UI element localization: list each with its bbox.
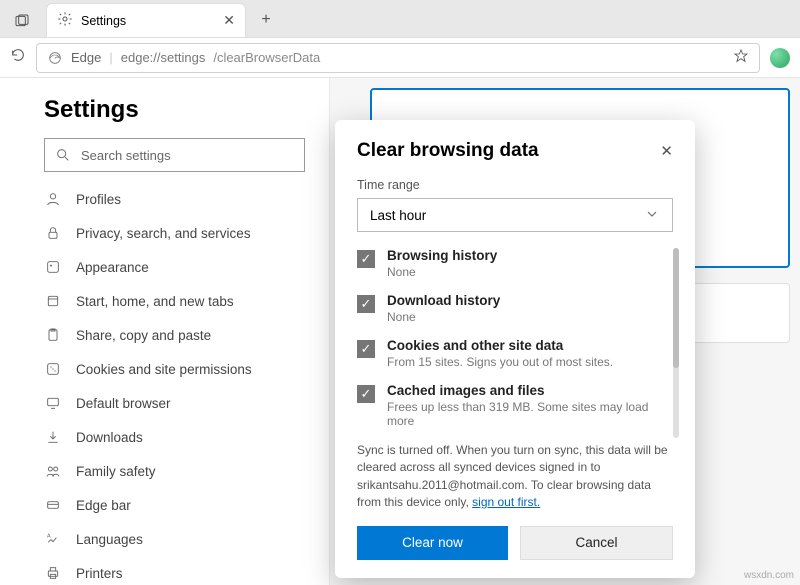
sign-out-link[interactable]: sign out first.: [472, 495, 540, 509]
nav-icon: [44, 429, 62, 445]
sidebar-item-appearance[interactable]: Appearance: [44, 250, 305, 284]
tabs-icon: [14, 13, 30, 29]
page-title: Settings: [44, 96, 305, 124]
data-type-cached-images-and-files: ✓Cached images and filesFrees up less th…: [357, 383, 673, 428]
sidebar-item-cookies-and-site-permissions[interactable]: Cookies and site permissions: [44, 352, 305, 386]
close-tab-button[interactable]: ✕: [223, 12, 235, 29]
refresh-button[interactable]: [10, 47, 26, 68]
time-range-label: Time range: [357, 178, 673, 192]
data-type-cookies-and-other-site-data: ✓Cookies and other site dataFrom 15 site…: [357, 338, 673, 369]
checkbox[interactable]: ✓: [357, 340, 375, 358]
nav-icon: [44, 463, 62, 479]
svg-text:A: A: [47, 534, 51, 540]
nav-icon: [44, 293, 62, 309]
search-icon: [55, 147, 71, 163]
address-bar[interactable]: Edge | edge://settings/clearBrowserData: [36, 43, 760, 73]
clear-now-button[interactable]: Clear now: [357, 526, 508, 560]
cancel-button[interactable]: Cancel: [520, 526, 673, 560]
checkbox[interactable]: ✓: [357, 385, 375, 403]
sidebar-item-default-browser[interactable]: Default browser: [44, 386, 305, 420]
data-type-download-history: ✓Download historyNone: [357, 293, 673, 324]
browser-tab[interactable]: Settings ✕: [46, 3, 246, 37]
watermark: wsxdn.com: [744, 570, 794, 581]
edge-logo-icon: [47, 50, 63, 66]
nav-icon: [44, 191, 62, 207]
time-range-select[interactable]: Last hour: [357, 198, 673, 232]
clear-browsing-data-dialog: Clear browsing data ✕ Time range Last ho…: [335, 120, 695, 578]
address-brand: Edge: [71, 50, 101, 65]
sidebar-item-printers[interactable]: Printers: [44, 556, 305, 585]
sidebar-item-downloads[interactable]: Downloads: [44, 420, 305, 454]
url-prefix: edge://settings: [121, 50, 206, 65]
settings-sidebar: Settings Search settings ProfilesPrivacy…: [0, 78, 330, 585]
nav-icon: [44, 565, 62, 581]
nav-icon: A: [44, 531, 62, 547]
sync-note: Sync is turned off. When you turn on syn…: [357, 442, 673, 512]
sidebar-item-profiles[interactable]: Profiles: [44, 182, 305, 216]
search-settings-input[interactable]: Search settings: [44, 138, 305, 172]
sidebar-item-edge-bar[interactable]: Edge bar: [44, 488, 305, 522]
nav-icon: [44, 327, 62, 343]
sidebar-item-languages[interactable]: ALanguages: [44, 522, 305, 556]
title-bar: Settings ✕ +: [0, 0, 800, 38]
checkbox[interactable]: ✓: [357, 250, 375, 268]
gear-icon: [57, 11, 73, 30]
tab-actions-button[interactable]: [4, 5, 40, 37]
dialog-scrollbar[interactable]: [673, 248, 679, 438]
checkbox[interactable]: ✓: [357, 295, 375, 313]
nav-icon: [44, 497, 62, 513]
sidebar-item-privacy-search-and-services[interactable]: Privacy, search, and services: [44, 216, 305, 250]
sidebar-item-start-home-and-new-tabs[interactable]: Start, home, and new tabs: [44, 284, 305, 318]
profile-button[interactable]: [770, 48, 790, 68]
tab-title: Settings: [81, 14, 126, 28]
nav-icon: [44, 395, 62, 411]
nav-icon: [44, 361, 62, 377]
nav-icon: [44, 225, 62, 241]
new-tab-button[interactable]: +: [252, 6, 280, 34]
favorites-button[interactable]: [733, 48, 749, 67]
data-type-browsing-history: ✓Browsing historyNone: [357, 248, 673, 279]
url-path: /clearBrowserData: [213, 50, 320, 65]
dialog-title: Clear browsing data: [357, 140, 539, 162]
chevron-down-icon: [644, 206, 660, 225]
close-dialog-button[interactable]: ✕: [660, 142, 673, 160]
sidebar-item-share-copy-and-paste[interactable]: Share, copy and paste: [44, 318, 305, 352]
nav-icon: [44, 259, 62, 275]
sidebar-item-family-safety[interactable]: Family safety: [44, 454, 305, 488]
toolbar: Edge | edge://settings/clearBrowserData: [0, 38, 800, 78]
